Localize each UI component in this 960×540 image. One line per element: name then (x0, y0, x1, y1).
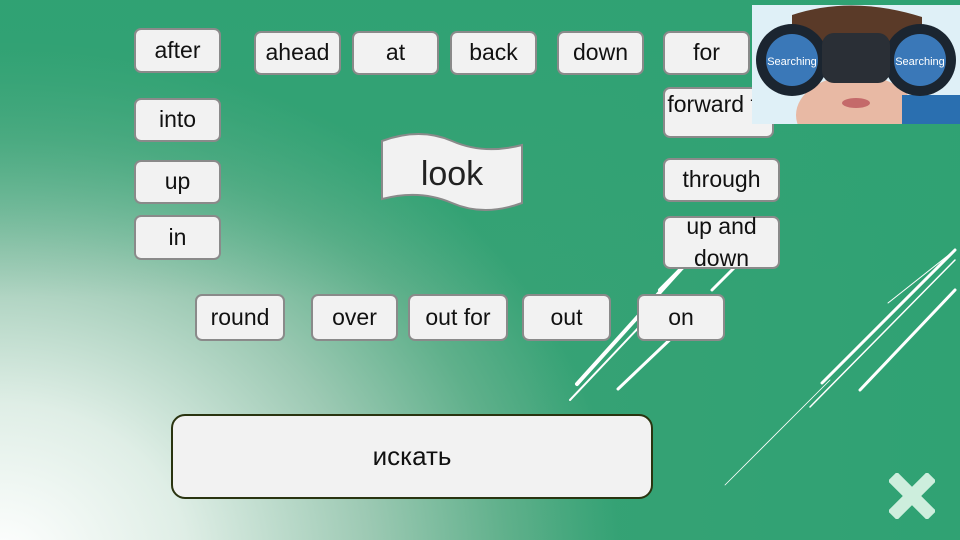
word-card-down[interactable]: down (557, 31, 644, 75)
center-word: look (420, 155, 484, 193)
word-card-back[interactable]: back (450, 31, 537, 75)
lens-label-left: Searching (767, 56, 817, 68)
word-card-round[interactable]: round (195, 294, 285, 341)
word-card-through[interactable]: through (663, 158, 780, 202)
word-card-out-for[interactable]: out for (408, 294, 508, 341)
binoculars-photo: Searching Searching (752, 5, 960, 124)
word-card-in[interactable]: in (134, 215, 221, 260)
word-card-ahead[interactable]: ahead (254, 31, 341, 75)
word-card-at[interactable]: at (352, 31, 439, 75)
answer-box: искать (171, 414, 653, 499)
word-card-into[interactable]: into (134, 98, 221, 142)
lens-label-right: Searching (895, 56, 945, 68)
word-card-over[interactable]: over (311, 294, 398, 341)
center-word-banner: look (380, 133, 524, 211)
binoculars-image: Searching Searching (752, 5, 960, 124)
word-card-for[interactable]: for (663, 31, 750, 75)
close-icon[interactable] (889, 473, 935, 519)
word-card-out[interactable]: out (522, 294, 611, 341)
word-card-up-and-down[interactable]: up and down (663, 213, 780, 271)
word-card-on[interactable]: on (637, 294, 725, 341)
word-card-after[interactable]: after (134, 28, 221, 73)
word-card-up[interactable]: up (134, 160, 221, 204)
